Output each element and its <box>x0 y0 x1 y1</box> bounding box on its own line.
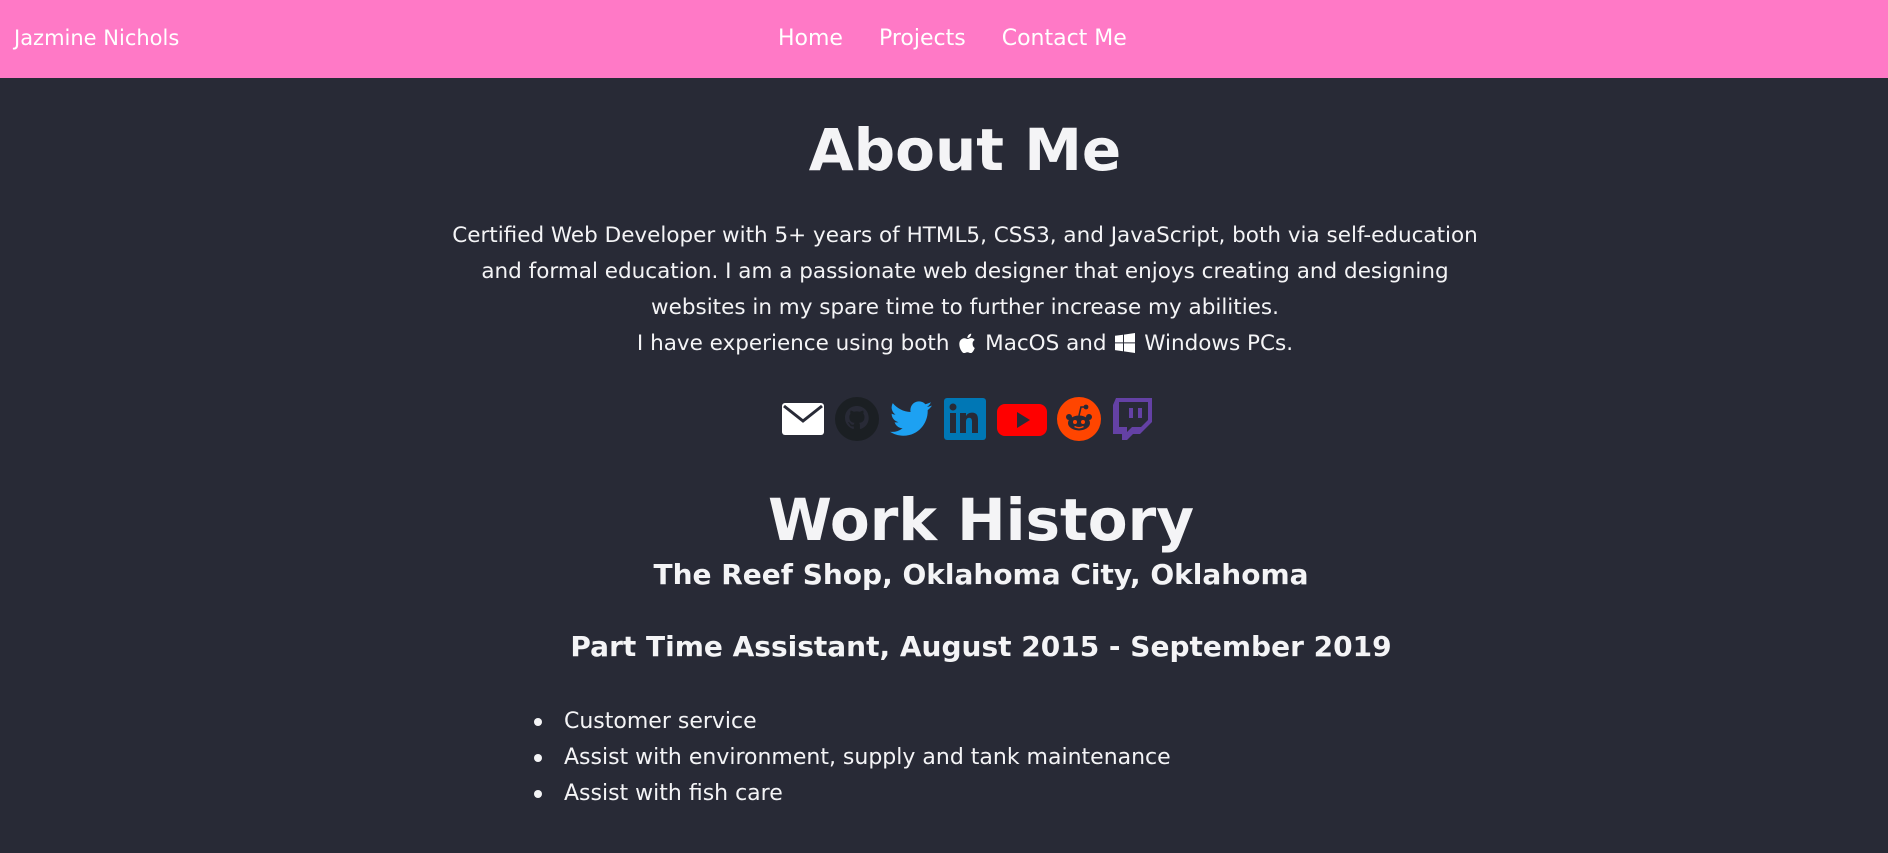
apple-icon <box>958 329 976 365</box>
reddit-icon[interactable] <box>1056 396 1102 442</box>
work-history-heading: Work History <box>767 486 1195 554</box>
windows-label: Windows PCs. <box>1144 331 1294 356</box>
duties-list: Customer service Assist with environment… <box>534 704 1171 812</box>
bio-section: Certified Web Developer with 5+ years of… <box>440 218 1490 365</box>
experience-prefix: I have experience using both <box>636 331 950 356</box>
bio-text: Certified Web Developer with 5+ years of… <box>452 223 1478 320</box>
windows-icon <box>1115 329 1136 365</box>
social-links <box>780 396 1156 442</box>
list-item: Assist with fish care <box>534 776 1171 812</box>
navbar: Jazmine Nichols Home Projects Contact Me <box>0 0 1888 78</box>
macos-label: MacOS and <box>985 331 1107 356</box>
nav-links: Home Projects Contact Me <box>778 26 1127 51</box>
job-position: Part Time Assistant, August 2015 - Septe… <box>570 630 1392 663</box>
employer-name: The Reef Shop, Oklahoma City, Oklahoma <box>653 558 1309 591</box>
main-content: About Me Certified Web Developer with 5+… <box>0 78 1888 853</box>
experience-line: I have experience using both MacOS and W… <box>440 326 1490 365</box>
github-icon[interactable] <box>834 396 880 442</box>
about-heading: About Me <box>808 116 1122 184</box>
twitch-icon[interactable] <box>1110 396 1156 442</box>
nav-link-home[interactable]: Home <box>778 26 843 51</box>
twitter-icon[interactable] <box>888 396 934 442</box>
list-item: Assist with environment, supply and tank… <box>534 740 1171 776</box>
brand-link[interactable]: Jazmine Nichols <box>14 26 179 50</box>
linkedin-icon[interactable] <box>942 396 988 442</box>
list-item: Customer service <box>534 704 1171 740</box>
email-icon[interactable] <box>780 396 826 442</box>
nav-link-contact[interactable]: Contact Me <box>1002 26 1127 51</box>
youtube-icon[interactable] <box>996 396 1048 442</box>
nav-link-projects[interactable]: Projects <box>879 26 966 51</box>
